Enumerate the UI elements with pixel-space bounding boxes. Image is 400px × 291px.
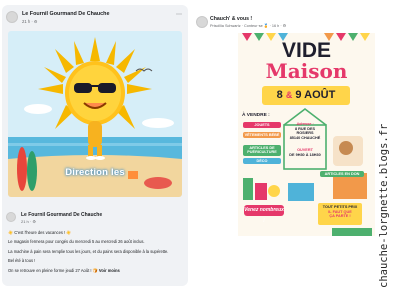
venez-nombreux: Venez nombreux ! bbox=[244, 205, 284, 224]
post-meta: 21 h · ⚙ bbox=[22, 19, 38, 24]
poster-address: Adresse : 8 RUE DES ROSIERS 85140 CHAUCH… bbox=[286, 122, 324, 140]
post-text-line: La machine à pain sera remplie tous les … bbox=[8, 248, 169, 254]
avatar[interactable] bbox=[196, 16, 208, 28]
post-text-line: Le magasin fermera pour congés du mercre… bbox=[8, 239, 145, 245]
tag-jouets: JOUETS bbox=[243, 122, 281, 129]
tout-petits-prix: TOUT PETITS PRIX IL FAUT QUE ÇA PARTE ! bbox=[318, 203, 362, 225]
post-card-chauch-vous: Chauch' & vous ! Priscillia Schwartz · C… bbox=[193, 5, 375, 286]
address-line: 8 RUE DES ROSIERS bbox=[294, 126, 316, 136]
poster-title-vide: VIDE bbox=[281, 39, 331, 62]
more-icon[interactable]: ⋯ bbox=[176, 11, 182, 18]
post-text-line: Bel été à tous ! bbox=[8, 258, 36, 264]
shared-post: Le Fournil Gourmand De Chauche 21 h · ⚙ … bbox=[6, 210, 186, 286]
tag-puericulture: ARTICLES DE PUÉRICULTURE bbox=[243, 145, 281, 156]
tout-line: ÇA PARTE ! bbox=[329, 214, 351, 219]
date-day-1: 8 bbox=[276, 89, 283, 101]
post-author[interactable]: Le Fournil Gourmand De Chauche bbox=[22, 11, 109, 17]
post-card-fournil: Le Fournil Gourmand De Chauche 21 h · ⚙ … bbox=[2, 5, 188, 286]
poster-date: 8 & 9 AOÛT bbox=[262, 86, 350, 105]
poster-hours: OUVERT DE 9H30 À 18H30 bbox=[286, 148, 324, 157]
a-vendre-label: À VENDRE : bbox=[242, 113, 270, 118]
post-meta: Priscillia Schwartz · Conteur·se 🏅 · 16 … bbox=[210, 24, 287, 28]
post-text-last: On se retrouve en pleine forme jeudi 27 … bbox=[8, 267, 98, 273]
avatar[interactable] bbox=[6, 212, 16, 222]
poster-title-maison: Maison bbox=[265, 59, 348, 83]
hours-line: DE 9H30 À 18H30 bbox=[289, 152, 321, 157]
blog-watermark: chauche-lorgnette.blogs.fr bbox=[378, 123, 390, 288]
post-author[interactable]: Chauch' & vous ! bbox=[210, 16, 252, 22]
shared-post-meta: 21 h · ⚙ bbox=[21, 219, 36, 224]
vide-maison-poster[interactable]: VIDE Maison 8 & 9 AOÛT À VENDRE : JOUETS… bbox=[238, 33, 375, 236]
tout-line: TOUT PETITS PRIX bbox=[322, 205, 358, 209]
see-more-link[interactable]: Voir moins bbox=[99, 268, 120, 273]
address-line: 85140 CHAUCHÉ bbox=[289, 135, 321, 140]
post-text-line: On se retrouve en pleine forme jeudi 27 … bbox=[8, 266, 186, 275]
tag-articles-en-don: ARTICLES EN DON bbox=[320, 171, 364, 178]
post-header: Le Fournil Gourmand De Chauche 21 h · ⚙ … bbox=[6, 9, 184, 29]
shared-post-author[interactable]: Le Fournil Gourmand De Chauche bbox=[21, 212, 102, 218]
post-image[interactable]: Direction les bbox=[8, 31, 182, 197]
date-day-2: 9 AOÛT bbox=[295, 89, 336, 101]
tag-deco: DÉCO bbox=[243, 158, 281, 165]
date-amp: & bbox=[285, 90, 293, 100]
image-banner-text: Direction les bbox=[65, 167, 125, 178]
avatar[interactable] bbox=[6, 11, 18, 23]
post-body: ☀️ C'est l'heure des vacances ! ☀️ Le ma… bbox=[8, 228, 186, 275]
tag-vetements: VÊTEMENTS BÉBÉ bbox=[243, 132, 281, 139]
post-text-line: ☀️ C'est l'heure des vacances ! ☀️ bbox=[8, 230, 72, 235]
